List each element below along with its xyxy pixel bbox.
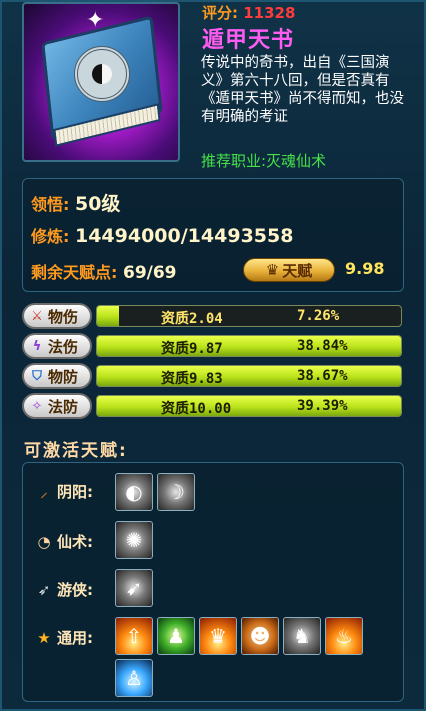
skill-icon[interactable]: ➹ — [115, 569, 153, 607]
score-row: 评分: 11328 — [202, 2, 295, 23]
comprehension-label: 领悟: — [31, 195, 70, 214]
shield-icon: ⛉ — [32, 368, 42, 384]
cultivation-value: 14494000/14493558 — [74, 225, 294, 247]
fan-icon: ◔ — [37, 532, 51, 551]
skill-icon[interactable]: ♟ — [157, 617, 195, 655]
bar-row-magic-attack: ϟ 法伤 资质9.87 38.84% — [22, 333, 404, 359]
bar-quality: 资质10.00 — [161, 401, 232, 417]
bar-percent: 39.39% — [297, 398, 348, 414]
spark-icon: ✦ — [86, 8, 105, 33]
skill-icon[interactable]: ♞ — [283, 617, 321, 655]
talent-panel: ⸝ 阴阳: ◐ ☽ ◔ 仙术: ✺ ➶ 游侠: ➹ ★ 通用: ⇧ ♟ ♛ ☻ … — [22, 462, 404, 702]
comprehension-row: 领悟: 50级 — [31, 189, 120, 216]
recommend-class: 推荐职业:灭魂仙术 — [201, 152, 327, 170]
score-label: 评分: — [202, 4, 238, 22]
skill-icon[interactable]: ♨ — [325, 617, 363, 655]
tooltip-frame: ✦ 评分: 11328 遁甲天书 传说中的奇书，出自《三国演义》第六十八回，但是… — [0, 0, 426, 711]
magic-shield-icon: ✧ — [31, 398, 43, 414]
talent-button[interactable]: ♛ 天赋 — [243, 258, 335, 282]
item-name: 遁甲天书 — [202, 28, 295, 53]
attribute-bars: ⚔ 物伤 资质2.04 7.26% ϟ 法伤 资质9.87 38.84% ⛉ 物… — [22, 299, 404, 423]
bagua-icon — [74, 46, 130, 102]
bar-percent: 38.84% — [297, 338, 348, 354]
bar-quality: 资质9.83 — [161, 371, 223, 387]
skill-icon[interactable]: ✺ — [115, 521, 153, 559]
cultivation-label: 修炼: — [31, 227, 70, 246]
bar-label: 物伤 — [48, 307, 79, 326]
talent-group-immortal: ◔ 仙术: — [35, 531, 93, 552]
activate-title: 可激活天赋: — [24, 441, 128, 461]
sword-icon: ⚔ — [31, 308, 43, 324]
lightning-icon: ϟ — [32, 338, 42, 354]
skill-icon[interactable]: ♙ — [115, 659, 153, 697]
talent-group-label: 阴阳: — [57, 483, 93, 501]
remaining-value: 69/69 — [122, 263, 177, 283]
bar-quality: 资质2.04 — [161, 311, 223, 327]
bar-percent: 38.67% — [297, 368, 348, 384]
item-image: ✦ — [22, 2, 180, 162]
talent-value: 9.98 — [345, 259, 385, 278]
bar-tag: ⛉ 物防 — [22, 363, 92, 389]
bar-fill — [97, 336, 401, 356]
bar-fill — [97, 306, 120, 326]
bar-row-physical-defense: ⛉ 物防 资质9.83 38.67% — [22, 363, 404, 389]
bar-tag: ✧ 法防 — [22, 393, 92, 419]
bar-track: 资质9.83 38.67% — [96, 365, 402, 387]
crown-icon: ♛ — [265, 261, 280, 279]
talent-group-label: 游侠: — [57, 581, 93, 599]
skill-icon[interactable]: ☽ — [157, 473, 195, 511]
remaining-label: 剩余天赋点: — [31, 263, 118, 282]
score-value: 11328 — [243, 4, 296, 22]
skill-icon[interactable]: ⇧ — [115, 617, 153, 655]
bar-fill — [97, 366, 401, 386]
bar-row-magic-defense: ✧ 法防 资质10.00 39.39% — [22, 393, 404, 419]
bar-tag: ⚔ 物伤 — [22, 303, 92, 329]
talent-group-label: 仙术: — [57, 533, 93, 551]
bar-fill — [97, 396, 401, 416]
talent-button-label: 天赋 — [282, 261, 313, 280]
remaining-row: 剩余天赋点: 69/69 — [31, 259, 177, 283]
star-icon: ★ — [37, 628, 51, 647]
bar-track: 资质9.87 38.84% — [96, 335, 402, 357]
skill-icon[interactable]: ◐ — [115, 473, 153, 511]
bar-quality: 资质9.87 — [161, 341, 223, 357]
bar-track: 资质10.00 39.39% — [96, 395, 402, 417]
talent-group-ranger: ➶ 游侠: — [35, 579, 93, 600]
bar-percent: 7.26% — [297, 308, 340, 324]
talent-group-general: ★ 通用: — [35, 627, 93, 648]
stats-panel: 领悟: 50级 修炼: 14494000/14493558 剩余天赋点: 69/… — [22, 178, 404, 292]
talent-group-yinyang: ⸝ 阴阳: — [35, 481, 93, 502]
item-description: 传说中的奇书，出自《三国演义》第六十八回，但是否真有《遁甲天书》尚不得而知，也没… — [201, 55, 404, 125]
talent-group-label: 通用: — [57, 629, 93, 647]
scythe-icon: ⸝ — [40, 482, 48, 501]
bar-label: 法伤 — [48, 337, 79, 356]
bar-row-physical-attack: ⚔ 物伤 资质2.04 7.26% — [22, 303, 404, 329]
comprehension-value: 50级 — [74, 193, 121, 215]
bar-track: 资质2.04 7.26% — [96, 305, 402, 327]
skill-icon[interactable]: ☻ — [241, 617, 279, 655]
bow-icon: ➶ — [37, 580, 51, 599]
bar-label: 物防 — [48, 367, 79, 386]
bar-label: 法防 — [48, 397, 79, 416]
skill-icon[interactable]: ♛ — [199, 617, 237, 655]
bar-tag: ϟ 法伤 — [22, 333, 92, 359]
cultivation-row: 修炼: 14494000/14493558 — [31, 223, 293, 247]
